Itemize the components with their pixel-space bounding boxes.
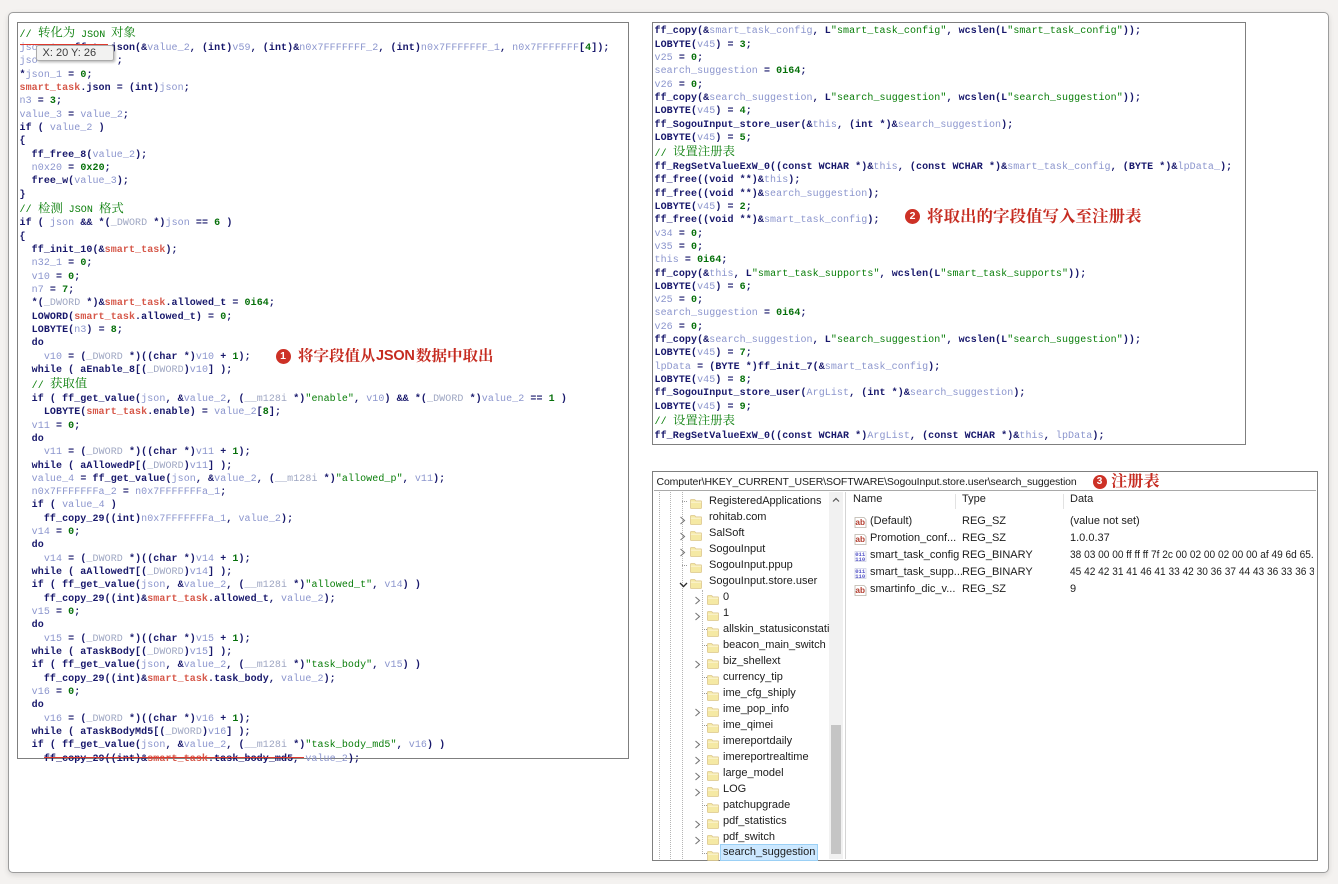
svg-text:110: 110 <box>855 573 866 579</box>
svg-text:110: 110 <box>855 556 866 562</box>
svg-text:ab: ab <box>855 535 865 544</box>
svg-text:ab: ab <box>855 586 865 595</box>
svg-text:ab: ab <box>855 518 865 527</box>
